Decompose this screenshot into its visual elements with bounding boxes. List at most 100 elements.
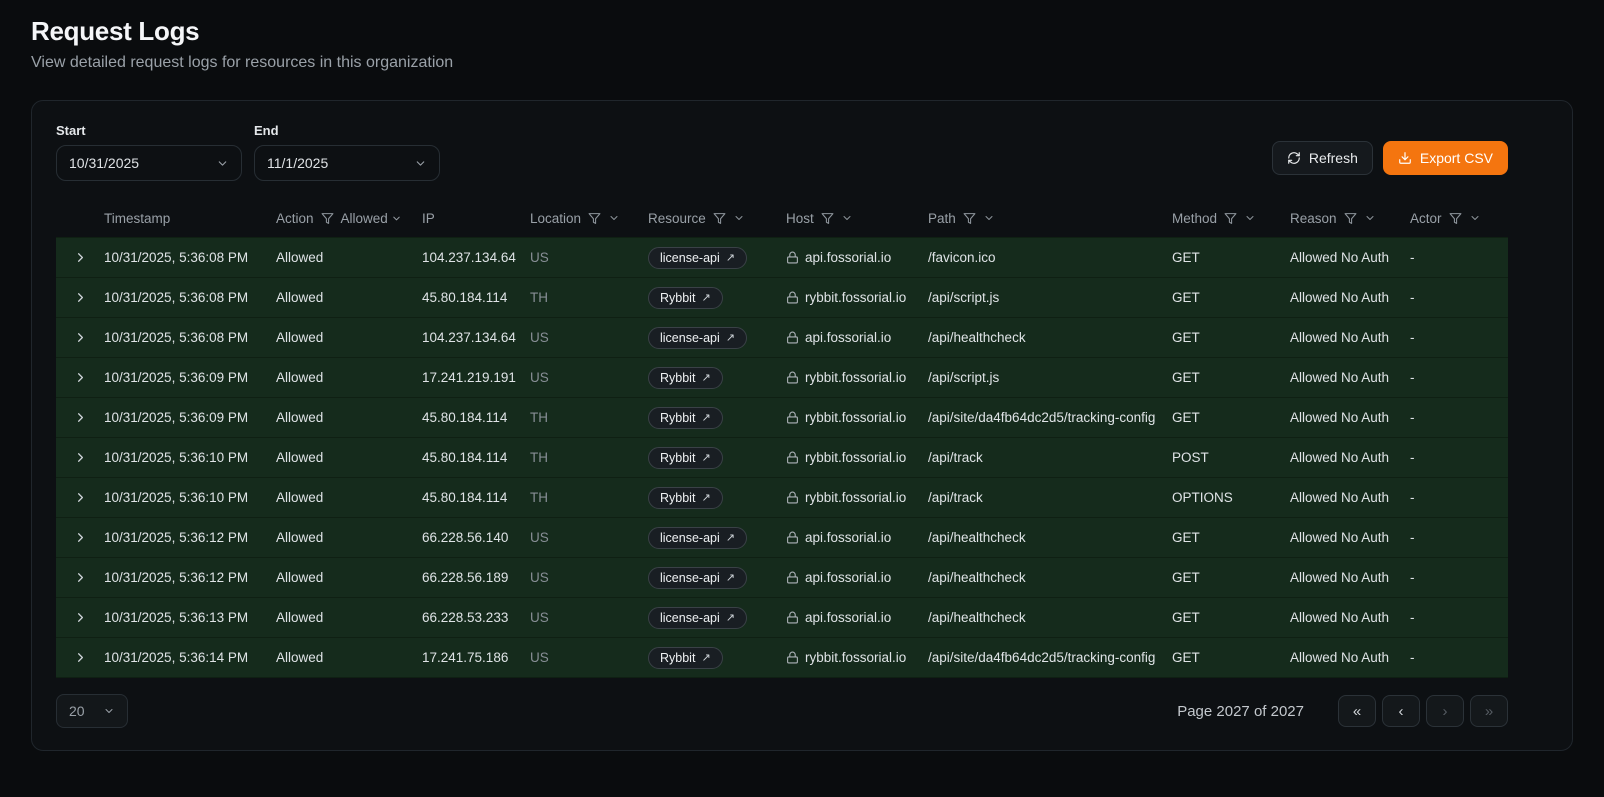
expand-row-button[interactable] bbox=[71, 368, 90, 387]
resource-badge[interactable]: Rybbit ↗ bbox=[648, 367, 723, 389]
expand-row-button[interactable] bbox=[71, 448, 90, 467]
cell-actor: - bbox=[1410, 650, 1508, 665]
cell-actor: - bbox=[1410, 610, 1508, 625]
cell-ip: 45.80.184.114 bbox=[422, 410, 530, 425]
expand-row-button[interactable] bbox=[71, 528, 90, 547]
resource-badge[interactable]: Rybbit ↗ bbox=[648, 407, 723, 429]
previous-page-button[interactable]: ‹ bbox=[1382, 695, 1420, 727]
first-page-button[interactable]: « bbox=[1338, 695, 1376, 727]
lock-icon bbox=[786, 491, 799, 504]
path-filter-icon[interactable] bbox=[963, 212, 976, 225]
actor-chevron-down-icon[interactable] bbox=[1469, 212, 1481, 224]
path-chevron-down-icon[interactable] bbox=[983, 212, 995, 224]
resource-badge[interactable]: license-api ↗ bbox=[648, 607, 747, 629]
cell-method: OPTIONS bbox=[1172, 490, 1290, 505]
resource-badge[interactable]: license-api ↗ bbox=[648, 327, 747, 349]
action-filter-select[interactable]: Allowed bbox=[341, 211, 402, 226]
cell-actor: - bbox=[1410, 530, 1508, 545]
table-row[interactable]: 10/31/2025, 5:36:08 PM Allowed 45.80.184… bbox=[56, 277, 1508, 317]
chevrons-right-icon: » bbox=[1485, 703, 1493, 720]
action-filter-icon[interactable] bbox=[321, 212, 334, 225]
cell-resource: license-api ↗ bbox=[648, 247, 786, 269]
next-page-button[interactable]: › bbox=[1426, 695, 1464, 727]
column-header-action: Action Allowed bbox=[276, 211, 422, 226]
refresh-button[interactable]: Refresh bbox=[1272, 141, 1373, 175]
download-icon bbox=[1398, 151, 1412, 165]
toolbar: Start 10/31/2025 End 11/1/2025 bbox=[56, 123, 1508, 181]
resource-badge[interactable]: license-api ↗ bbox=[648, 567, 747, 589]
table-row[interactable]: 10/31/2025, 5:36:08 PM Allowed 104.237.1… bbox=[56, 317, 1508, 357]
location-filter-icon[interactable] bbox=[588, 212, 601, 225]
resource-name: license-api bbox=[660, 531, 720, 545]
cell-reason: Allowed No Auth bbox=[1290, 290, 1410, 305]
lock-icon bbox=[786, 451, 799, 464]
resource-badge[interactable]: license-api ↗ bbox=[648, 527, 747, 549]
table-row[interactable]: 10/31/2025, 5:36:12 PM Allowed 66.228.56… bbox=[56, 557, 1508, 597]
external-link-icon: ↗ bbox=[701, 291, 710, 304]
table-row[interactable]: 10/31/2025, 5:36:09 PM Allowed 17.241.21… bbox=[56, 357, 1508, 397]
resource-badge[interactable]: Rybbit ↗ bbox=[648, 487, 723, 509]
expand-row-button[interactable] bbox=[71, 288, 90, 307]
table-row[interactable]: 10/31/2025, 5:36:13 PM Allowed 66.228.53… bbox=[56, 597, 1508, 637]
expand-row-button[interactable] bbox=[71, 248, 90, 267]
resource-name: license-api bbox=[660, 251, 720, 265]
method-chevron-down-icon[interactable] bbox=[1244, 212, 1256, 224]
last-page-button[interactable]: » bbox=[1470, 695, 1508, 727]
resource-name: license-api bbox=[660, 571, 720, 585]
resource-badge[interactable]: license-api ↗ bbox=[648, 247, 747, 269]
host-filter-icon[interactable] bbox=[821, 212, 834, 225]
expand-row-button[interactable] bbox=[71, 608, 90, 627]
reason-filter-icon[interactable] bbox=[1344, 212, 1357, 225]
page-size-value: 20 bbox=[69, 703, 85, 719]
method-filter-icon[interactable] bbox=[1224, 212, 1237, 225]
resource-badge[interactable]: Rybbit ↗ bbox=[648, 647, 723, 669]
export-csv-button[interactable]: Export CSV bbox=[1383, 141, 1508, 175]
cell-method: POST bbox=[1172, 450, 1290, 465]
cell-path: /api/track bbox=[928, 450, 1172, 465]
start-date-select[interactable]: 10/31/2025 bbox=[56, 145, 242, 181]
page-size-select[interactable]: 20 bbox=[56, 694, 128, 728]
end-date-select[interactable]: 11/1/2025 bbox=[254, 145, 440, 181]
resource-badge[interactable]: Rybbit ↗ bbox=[648, 447, 723, 469]
lock-icon bbox=[786, 331, 799, 344]
column-header-reason: Reason bbox=[1290, 211, 1410, 226]
expand-row-button[interactable] bbox=[71, 488, 90, 507]
location-chevron-down-icon[interactable] bbox=[608, 212, 620, 224]
resource-chevron-down-icon[interactable] bbox=[733, 212, 745, 224]
chevron-right-icon bbox=[73, 570, 88, 585]
chevron-left-icon: ‹ bbox=[1399, 703, 1404, 720]
resource-badge[interactable]: Rybbit ↗ bbox=[648, 287, 723, 309]
table-row[interactable]: 10/31/2025, 5:36:10 PM Allowed 45.80.184… bbox=[56, 437, 1508, 477]
page-title: Request Logs bbox=[31, 16, 1573, 47]
expand-row-button[interactable] bbox=[71, 328, 90, 347]
table-row[interactable]: 10/31/2025, 5:36:09 PM Allowed 45.80.184… bbox=[56, 397, 1508, 437]
cell-location: TH bbox=[530, 410, 648, 425]
row-expander-cell bbox=[56, 248, 104, 267]
cell-action: Allowed bbox=[276, 650, 422, 665]
lock-icon bbox=[786, 651, 799, 664]
expand-row-button[interactable] bbox=[71, 648, 90, 667]
expand-row-button[interactable] bbox=[71, 568, 90, 587]
expand-row-button[interactable] bbox=[71, 408, 90, 427]
cell-action: Allowed bbox=[276, 450, 422, 465]
cell-ip: 45.80.184.114 bbox=[422, 490, 530, 505]
host-chevron-down-icon[interactable] bbox=[841, 212, 853, 224]
table-row[interactable]: 10/31/2025, 5:36:10 PM Allowed 45.80.184… bbox=[56, 477, 1508, 517]
cell-resource: Rybbit ↗ bbox=[648, 487, 786, 509]
cell-reason: Allowed No Auth bbox=[1290, 570, 1410, 585]
actor-filter-icon[interactable] bbox=[1449, 212, 1462, 225]
lock-icon bbox=[786, 611, 799, 624]
table-row[interactable]: 10/31/2025, 5:36:08 PM Allowed 104.237.1… bbox=[56, 237, 1508, 277]
table-row[interactable]: 10/31/2025, 5:36:14 PM Allowed 17.241.75… bbox=[56, 637, 1508, 677]
lock-icon bbox=[786, 571, 799, 584]
cell-actor: - bbox=[1410, 290, 1508, 305]
request-logs-card: Start 10/31/2025 End 11/1/2025 bbox=[31, 100, 1573, 751]
cell-reason: Allowed No Auth bbox=[1290, 410, 1410, 425]
host-name: rybbit.fossorial.io bbox=[805, 370, 906, 385]
reason-chevron-down-icon[interactable] bbox=[1364, 212, 1376, 224]
pager-buttons: « ‹ › » bbox=[1338, 695, 1508, 727]
resource-filter-icon[interactable] bbox=[713, 212, 726, 225]
table-row[interactable]: 10/31/2025, 5:36:12 PM Allowed 66.228.56… bbox=[56, 517, 1508, 557]
host-name: api.fossorial.io bbox=[805, 570, 891, 585]
resource-name: Rybbit bbox=[660, 371, 695, 385]
